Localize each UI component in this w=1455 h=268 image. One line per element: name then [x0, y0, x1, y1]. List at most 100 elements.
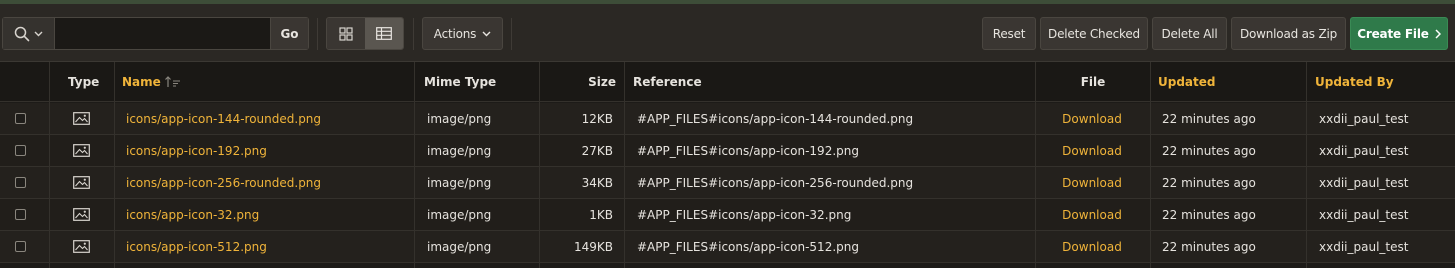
delete-all-button[interactable]: Delete All [1152, 17, 1227, 50]
column-header-reference[interactable]: Reference [633, 62, 702, 102]
updated-by-cell: xxdii_paul_test [1319, 175, 1409, 190]
chevron-right-icon [1435, 28, 1441, 39]
column-divider [414, 62, 415, 268]
go-button[interactable]: Go [270, 18, 308, 49]
table-icon [376, 27, 392, 40]
actions-menu-button[interactable]: Actions [422, 17, 503, 50]
size-cell: 34KB [581, 175, 613, 190]
size-cell: 1KB [589, 207, 613, 222]
column-divider [1035, 62, 1036, 268]
search-column-selector[interactable] [3, 18, 55, 49]
row-select-cell [15, 135, 26, 166]
file-name-link[interactable]: icons/app-icon-512.png [126, 231, 267, 262]
file-name-link[interactable]: icons/app-icon-144-rounded.png [126, 103, 321, 134]
column-header-updated[interactable]: Updated [1158, 62, 1216, 102]
chevron-down-icon [482, 31, 491, 36]
create-file-button[interactable]: Create File [1350, 17, 1448, 50]
create-file-label: Create File [1357, 26, 1429, 41]
column-divider [539, 62, 540, 268]
report-view-button[interactable] [365, 18, 403, 49]
image-icon [73, 208, 90, 221]
sort-ascending-icon [164, 76, 180, 87]
download-zip-button[interactable]: Download as Zip [1231, 17, 1346, 50]
column-header-file[interactable]: File [1036, 62, 1150, 102]
size-cell: 12KB [581, 111, 613, 126]
column-header-name-label: Name [122, 75, 161, 89]
download-link[interactable]: Download [1036, 135, 1148, 166]
actions-label: Actions [433, 26, 477, 41]
icon-view-button[interactable] [327, 18, 365, 49]
download-link[interactable]: Download [1036, 167, 1148, 198]
row-checkbox[interactable] [15, 241, 26, 252]
updated-cell: 22 minutes ago [1162, 143, 1256, 158]
table-row: icons/app-icon-256-rounded.png image/png 3… [0, 167, 1455, 199]
column-header-updated-by[interactable]: Updated By [1315, 62, 1394, 102]
row-select-cell [15, 103, 26, 134]
mime-type-cell: image/png [427, 111, 492, 126]
column-header-size[interactable]: Size [540, 62, 616, 102]
mime-type-cell: image/png [427, 239, 492, 254]
type-cell [73, 167, 90, 198]
row-select-cell [15, 167, 26, 198]
mime-type-cell: image/png [427, 175, 492, 190]
size-cell: 149KB [573, 239, 613, 254]
column-header-name[interactable]: Name [122, 62, 181, 102]
reference-cell: #APP_FILES#icons/app-icon-32.png [637, 207, 852, 222]
image-icon [73, 112, 90, 125]
column-divider [114, 62, 115, 268]
table-row: icons/app-icon-192.png image/png 27KB #APP_… [0, 135, 1455, 167]
type-cell [73, 231, 90, 262]
column-divider [49, 62, 50, 268]
row-checkbox[interactable] [15, 177, 26, 188]
reference-cell: #APP_FILES#icons/app-icon-192.png [637, 143, 859, 158]
row-checkbox[interactable] [15, 113, 26, 124]
updated-by-cell: xxdii_paul_test [1319, 143, 1409, 158]
file-name-link[interactable]: icons/app-icon-256-rounded.png [126, 167, 321, 198]
reference-cell: #APP_FILES#icons/app-icon-144-rounded.pn… [637, 111, 914, 126]
grid-icon [339, 26, 353, 41]
updated-by-cell: xxdii_paul_test [1319, 207, 1409, 222]
updated-cell: 22 minutes ago [1162, 239, 1256, 254]
type-cell [73, 135, 90, 166]
file-name-link[interactable]: icons/app-icon-192.png [126, 135, 267, 166]
search-input[interactable] [55, 18, 270, 49]
row-checkbox[interactable] [15, 209, 26, 220]
type-cell [73, 103, 90, 134]
updated-by-cell: xxdii_paul_test [1319, 239, 1409, 254]
table-row: icons/app-icon-32.png image/png 1KB #APP_FI… [0, 199, 1455, 231]
file-name-link[interactable]: icons/app-icon-32.png [126, 199, 259, 230]
mime-type-cell: image/png [427, 207, 492, 222]
image-icon [73, 240, 90, 253]
updated-cell: 22 minutes ago [1162, 175, 1256, 190]
column-header-mime-type[interactable]: Mime Type [424, 62, 496, 102]
download-link[interactable]: Download [1036, 199, 1148, 230]
updated-cell: 22 minutes ago [1162, 207, 1256, 222]
download-link[interactable]: Download [1036, 231, 1148, 262]
updated-by-cell: xxdii_paul_test [1319, 111, 1409, 126]
search-icon [14, 26, 30, 41]
reference-cell: #APP_FILES#icons/app-icon-256-rounded.pn… [637, 175, 914, 190]
view-switcher [326, 17, 404, 50]
toolbar-divider [413, 18, 414, 50]
column-divider [1150, 62, 1151, 268]
mime-type-cell: image/png [427, 143, 492, 158]
download-link[interactable]: Download [1036, 103, 1148, 134]
type-cell [73, 199, 90, 230]
column-divider [1306, 62, 1307, 268]
delete-checked-button[interactable]: Delete Checked [1040, 17, 1148, 50]
size-cell: 27KB [581, 143, 613, 158]
toolbar-divider [511, 18, 512, 50]
image-icon [73, 144, 90, 157]
row-select-cell [15, 199, 26, 230]
column-divider [624, 62, 625, 268]
reset-button[interactable]: Reset [982, 17, 1036, 50]
toolbar-divider [317, 18, 318, 50]
column-header-type[interactable]: Type [68, 62, 99, 102]
table-row: icons/app-icon-512.png image/png 149KB #APP… [0, 231, 1455, 263]
row-select-cell [15, 231, 26, 262]
image-icon [73, 176, 90, 189]
reference-cell: #APP_FILES#icons/app-icon-512.png [637, 239, 859, 254]
row-checkbox[interactable] [15, 145, 26, 156]
table-row: icons/app-icon-144-rounded.png image/png 1… [0, 103, 1455, 135]
search-bar: Go [2, 17, 309, 50]
